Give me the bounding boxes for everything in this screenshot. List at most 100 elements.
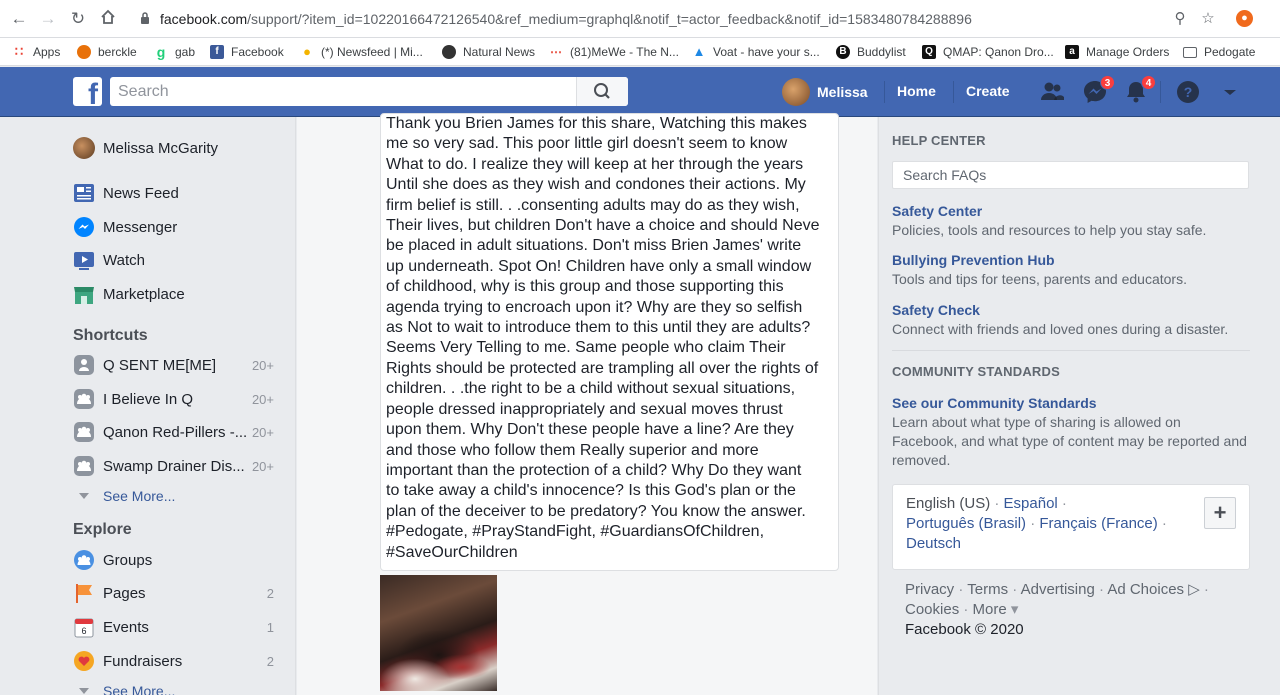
back-arrow-icon[interactable]: ←	[8, 8, 30, 30]
chevron-down-icon	[79, 493, 89, 499]
sidebar-item-pages[interactable]: Pages 2	[73, 581, 283, 605]
more-languages-button[interactable]: +	[1204, 497, 1236, 529]
bookmark-newsfeed[interactable]: ● (*) Newsfeed | Mi...	[300, 42, 423, 62]
sidebar-item-groups[interactable]: Groups	[73, 548, 283, 572]
community-standards-link[interactable]: See our Community Standards	[892, 395, 1097, 411]
item-count: 20+	[251, 357, 274, 373]
item-count: 20+	[251, 424, 274, 440]
bookmark-berckle[interactable]: berckle	[77, 42, 137, 62]
sidebar-item-watch[interactable]: Watch	[73, 248, 283, 272]
extension-icon[interactable]: ●	[1236, 10, 1253, 27]
sidebar-item-fundraisers[interactable]: Fundraisers 2	[73, 649, 283, 673]
apps-grid-icon: ∷	[14, 44, 24, 59]
bullying-hub-link[interactable]: Bullying Prevention Hub	[892, 252, 1055, 268]
language-link[interactable]: Français (France)	[1039, 515, 1157, 532]
bookmark-manage-orders[interactable]: a Manage Orders	[1065, 42, 1169, 62]
reload-icon[interactable]: ↻	[67, 8, 89, 30]
notifications-icon[interactable]: 4	[1122, 75, 1156, 106]
groups-icon	[74, 550, 94, 570]
see-more-explore-link[interactable]: See More...	[79, 683, 175, 695]
url-text[interactable]: facebook.com/support/?item_id=1022016647…	[160, 11, 972, 27]
svg-text:?: ?	[1184, 84, 1193, 100]
notifications-badge: 4	[1141, 75, 1156, 90]
sidebar-item-label: Fundraisers	[103, 652, 183, 670]
star-icon[interactable]: ☆	[1198, 9, 1218, 29]
sidebar-item-label: Q SENT ME[ME]	[103, 356, 217, 374]
privacy-link[interactable]: Privacy	[905, 581, 954, 598]
sidebar-item-marketplace[interactable]: Marketplace	[73, 282, 283, 306]
search-box	[110, 77, 628, 106]
profile-link[interactable]: Melissa	[782, 77, 868, 107]
cookies-link[interactable]: Cookies	[905, 601, 959, 618]
sidebar-item-shortcut-3[interactable]: Qanon Red-Pillers -... 20+	[73, 420, 283, 444]
sidebar-item-label: News Feed	[103, 184, 179, 202]
footer: Privacy · Terms · Advertising · Ad Choic…	[905, 581, 1209, 638]
sidebar-item-profile[interactable]: Melissa McGarity	[73, 136, 283, 160]
see-more-label: See More...	[103, 683, 176, 695]
group-icon	[74, 422, 94, 442]
sidebar-item-label: Swamp Drainer Dis...	[103, 457, 245, 475]
comment-card: Thank you Brien James for this share, Wa…	[380, 113, 839, 571]
bookmark-voat[interactable]: ▲ Voat - have your s...	[692, 42, 820, 62]
terms-link[interactable]: Terms	[967, 581, 1008, 598]
messenger-icon[interactable]: 3	[1081, 75, 1115, 106]
language-link[interactable]: Español	[1004, 495, 1058, 512]
sidebar-item-label: I Believe In Q	[103, 390, 194, 408]
comment-text: Thank you Brien James for this share, Wa…	[386, 115, 820, 561]
bookmark-apps[interactable]: ∷ Apps	[12, 42, 61, 62]
safety-center-link[interactable]: Safety Center	[892, 203, 982, 219]
sidebar-item-label: Events	[103, 618, 149, 636]
help-sidebar: HELP CENTER Safety Center Policies, tool…	[878, 117, 1280, 695]
messages-badge: 3	[1100, 75, 1115, 90]
account-menu-icon[interactable]	[1216, 78, 1244, 106]
search-button[interactable]	[576, 77, 628, 106]
more-link[interactable]: More	[973, 601, 1007, 618]
home-link[interactable]: Home	[897, 83, 936, 99]
safety-center-desc: Policies, tools and resources to help yo…	[892, 222, 1207, 238]
forward-arrow-icon[interactable]: →	[37, 8, 59, 30]
see-more-shortcuts-link[interactable]: See More...	[79, 488, 175, 504]
bookmark-gab[interactable]: g gab	[154, 42, 195, 62]
sidebar-item-shortcut-2[interactable]: I Believe In Q 20+	[73, 387, 283, 411]
facebook-header: f Melissa Home Create 3 4 ?	[0, 67, 1280, 117]
comment-photo[interactable]	[380, 575, 497, 691]
sidebar-item-messenger[interactable]: Messenger	[73, 215, 283, 239]
divider	[953, 81, 954, 103]
bookmark-pedogate[interactable]: Pedogate	[1183, 42, 1255, 62]
marketplace-icon	[74, 287, 94, 304]
amazon-icon: a	[1065, 45, 1079, 59]
help-icon[interactable]: ?	[1174, 78, 1202, 106]
sidebar-item-news-feed[interactable]: News Feed	[73, 181, 283, 205]
sidebar-item-label: Marketplace	[103, 285, 185, 303]
advertising-link[interactable]: Advertising	[1021, 581, 1095, 598]
sidebar-item-shortcut-1[interactable]: Q SENT ME[ME] 20+	[73, 353, 283, 377]
sidebar-item-events[interactable]: 6 Events 1	[73, 615, 283, 639]
calendar-icon: 6	[74, 618, 94, 638]
fundraisers-icon	[74, 651, 94, 671]
ad-choices-link[interactable]: Ad Choices	[1107, 581, 1184, 598]
zoom-icon[interactable]: ⚲	[1170, 9, 1190, 29]
facebook-logo-icon[interactable]: f	[73, 77, 102, 106]
sidebar-item-label: Qanon Red-Pillers -...	[103, 423, 248, 441]
bookmark-buddylist[interactable]: B Buddylist	[836, 42, 906, 62]
gab-icon: g	[156, 44, 166, 60]
search-input[interactable]	[110, 77, 575, 106]
bookmark-facebook[interactable]: f Facebook	[210, 42, 284, 62]
language-list: English (US) · Español · Português (Bras…	[906, 495, 1167, 552]
bookmark-natural-news[interactable]: Natural News	[442, 42, 535, 62]
photo-content	[380, 631, 497, 691]
language-link[interactable]: Português (Brasil)	[906, 515, 1026, 532]
avatar	[73, 137, 95, 159]
language-link[interactable]: Deutsch	[906, 535, 961, 552]
sidebar-item-shortcut-4[interactable]: Swamp Drainer Dis... 20+	[73, 454, 283, 478]
faq-search-input[interactable]	[893, 162, 1248, 188]
safety-check-link[interactable]: Safety Check	[892, 302, 980, 318]
berckle-icon	[77, 45, 91, 59]
home-icon[interactable]	[97, 8, 119, 30]
bookmark-mewe[interactable]: ⋯ (81)MeWe - The N...	[549, 42, 679, 62]
bookmark-qmap[interactable]: Q QMAP: Qanon Dro...	[922, 42, 1054, 62]
create-link[interactable]: Create	[966, 83, 1010, 99]
friend-requests-icon[interactable]	[1038, 78, 1066, 106]
group-icon	[74, 389, 94, 409]
browser-toolbar: ← → ↻ facebook.com/support/?item_id=1022…	[0, 0, 1280, 38]
